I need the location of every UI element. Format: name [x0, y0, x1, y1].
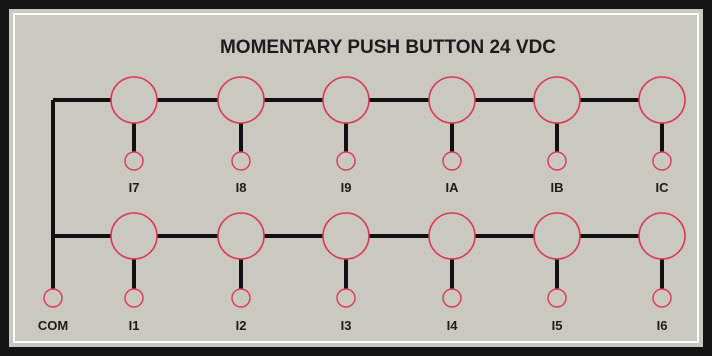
input-label-i6: I6: [657, 318, 668, 333]
terminal-ib[interactable]: [547, 151, 567, 171]
terminal-i4[interactable]: [442, 288, 462, 308]
terminal-i6[interactable]: [652, 288, 672, 308]
input-label-ia: IA: [446, 180, 460, 195]
push-button-ic[interactable]: [638, 76, 686, 124]
input-label-i3: I3: [341, 318, 352, 333]
input-label-i4: I4: [447, 318, 459, 333]
push-button-i8[interactable]: [217, 76, 265, 124]
push-button-i5[interactable]: [533, 212, 581, 260]
terminal-i1[interactable]: [124, 288, 144, 308]
terminal-i9[interactable]: [336, 151, 356, 171]
input-label-i8: I8: [236, 180, 247, 195]
input-label-i5: I5: [552, 318, 563, 333]
push-button-i1[interactable]: [110, 212, 158, 260]
terminal-i3[interactable]: [336, 288, 356, 308]
push-button-i2[interactable]: [217, 212, 265, 260]
terminal-com[interactable]: [43, 288, 63, 308]
input-label-ib: IB: [551, 180, 564, 195]
push-button-i3[interactable]: [322, 212, 370, 260]
input-label-ic: IC: [656, 180, 670, 195]
input-label-i9: I9: [341, 180, 352, 195]
terminal-ia[interactable]: [442, 151, 462, 171]
push-button-i9[interactable]: [322, 76, 370, 124]
push-button-ia[interactable]: [428, 76, 476, 124]
com-label: COM: [38, 318, 68, 333]
push-button-i7[interactable]: [110, 76, 158, 124]
input-label-i2: I2: [236, 318, 247, 333]
input-label-i1: I1: [129, 318, 140, 333]
terminal-i2[interactable]: [231, 288, 251, 308]
input-label-i7: I7: [129, 180, 140, 195]
terminal-ic[interactable]: [652, 151, 672, 171]
terminal-i8[interactable]: [231, 151, 251, 171]
panel-face: [9, 9, 703, 347]
terminal-i7[interactable]: [124, 151, 144, 171]
push-button-ib[interactable]: [533, 76, 581, 124]
panel-title: MOMENTARY PUSH BUTTON 24 VDC: [220, 37, 556, 58]
push-button-i4[interactable]: [428, 212, 476, 260]
terminal-i5[interactable]: [547, 288, 567, 308]
push-button-panel: MOMENTARY PUSH BUTTON 24 VDC I7 I8 I9 IA IB I…: [0, 0, 712, 356]
push-button-i6[interactable]: [638, 212, 686, 260]
